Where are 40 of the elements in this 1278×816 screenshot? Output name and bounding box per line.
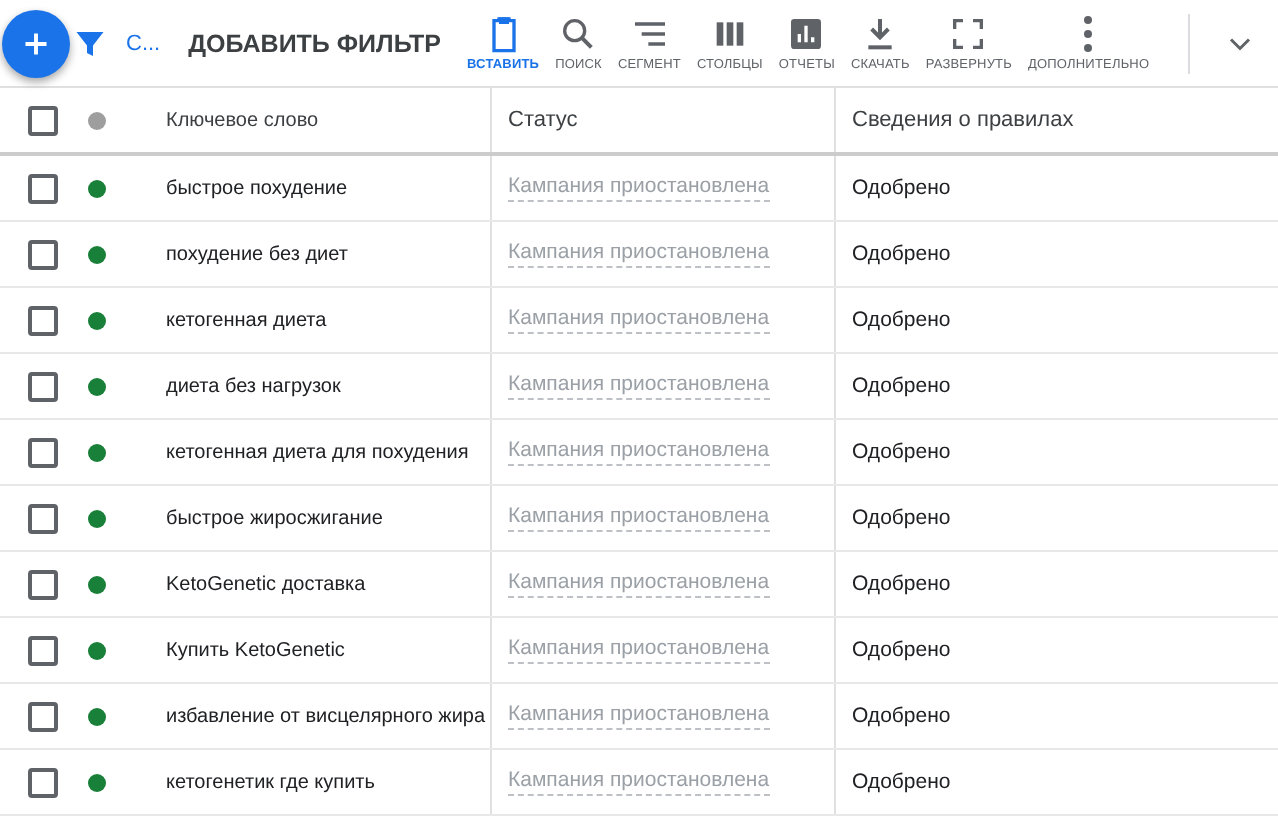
policy-cell: Одобрено [852,704,951,728]
policy-cell: Одобрено [852,374,951,398]
checkbox[interactable] [27,569,57,599]
checkbox[interactable] [27,437,57,467]
segment-link[interactable]: С... [126,31,161,55]
checkbox[interactable] [27,105,57,135]
add-button[interactable] [2,9,70,77]
policy-cell: Одобрено [852,308,951,332]
keyword-cell[interactable]: кетогенетик где купить [166,771,375,793]
policy-cell: Одобрено [852,242,951,266]
policy-cell: Одобрено [852,638,951,662]
checkbox[interactable] [27,503,57,533]
policy-cell: Одобрено [852,770,951,794]
policy-cell: Одобрено [852,506,951,530]
keyword-cell[interactable]: быстрое похудение [166,177,348,199]
more-icon [1084,16,1093,52]
checkbox[interactable] [27,701,57,731]
keyword-cell[interactable]: похудение без диет [166,243,348,265]
bar-chart-icon [786,14,827,54]
column-header[interactable]: Статус [508,108,578,132]
checkbox[interactable] [27,767,57,797]
policy-cell: Одобрено [852,176,951,200]
keyword-cell[interactable]: кетогенная диета [166,309,327,331]
keyword-cell[interactable]: избавление от висцелярного жира [166,705,486,727]
checkbox[interactable] [27,371,57,401]
checkbox[interactable] [27,635,57,665]
column-header[interactable]: Сведения о правилах [852,108,1074,132]
keyword-cell[interactable]: кетогенная диета для похудения [166,441,469,463]
policy-cell: Одобрено [852,440,951,464]
keyword-cell[interactable]: Купить KetoGenetic [166,639,345,661]
policy-cell: Одобрено [852,572,951,596]
fullscreen-icon [948,14,989,54]
checkbox[interactable] [27,173,57,203]
checkbox[interactable] [27,239,57,269]
add-filter-button[interactable]: ДОБАВИТЬ ФИЛЬТР [188,21,442,65]
checkbox[interactable] [27,305,57,335]
keyword-cell[interactable]: диета без нагрузок [166,375,341,397]
keyword-cell[interactable]: быстрое жиросжигание [166,507,383,529]
keyword-cell[interactable]: KetoGenetic доставка [166,573,366,595]
column-header[interactable]: Ключевое слово [166,109,319,131]
